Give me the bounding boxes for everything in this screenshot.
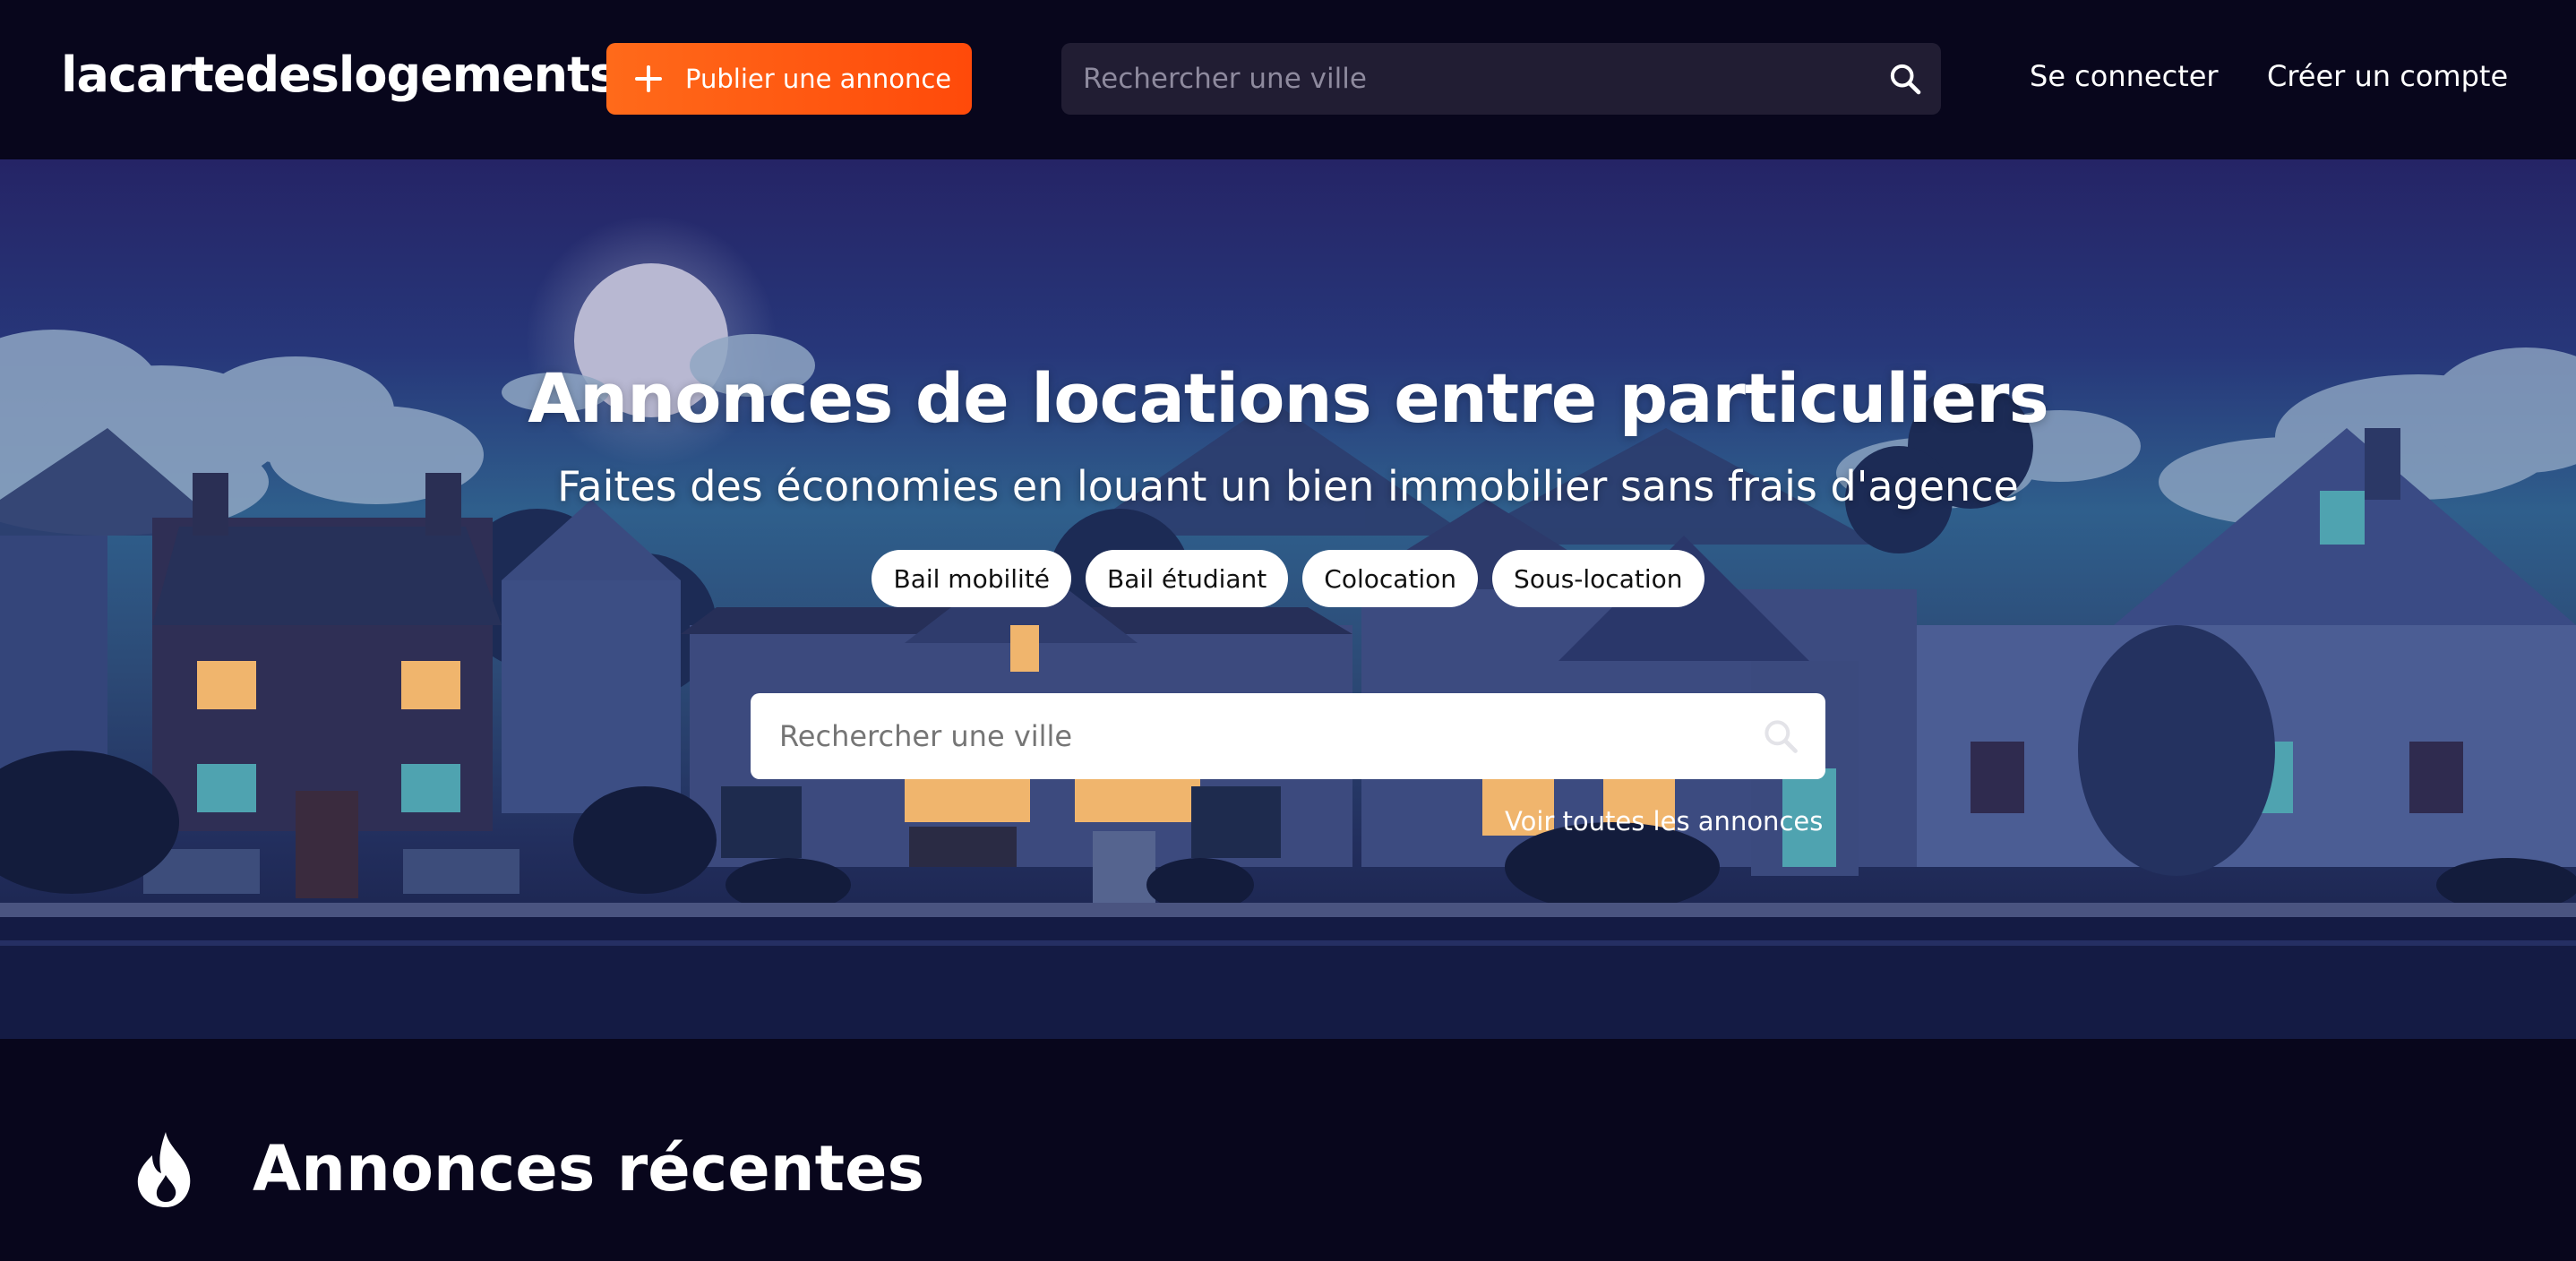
login-link[interactable]: Se connecter bbox=[2030, 59, 2219, 93]
recent-listings-title: Annonces récentes bbox=[253, 1132, 925, 1205]
hero-subtitle: Faites des économies en louant un bien i… bbox=[557, 462, 2019, 510]
chip-colocation[interactable]: Colocation bbox=[1302, 550, 1479, 607]
hero-search-bar bbox=[751, 693, 1825, 779]
publish-listing-button[interactable]: Publier une annonce bbox=[606, 43, 972, 115]
search-icon[interactable] bbox=[1869, 43, 1941, 115]
hero-banner: Annonces de locations entre particuliers… bbox=[0, 159, 2576, 1039]
publish-listing-label: Publier une annonce bbox=[685, 64, 952, 94]
hero-search-input[interactable] bbox=[779, 719, 1736, 753]
site-logo[interactable]: lacartedeslogements bbox=[61, 47, 618, 103]
plus-icon bbox=[633, 64, 664, 94]
chip-bail-mobilite[interactable]: Bail mobilité bbox=[872, 550, 1072, 607]
see-all-listings-link[interactable]: Voir toutes les annonces bbox=[1505, 806, 1823, 836]
hero-title: Annonces de locations entre particuliers bbox=[528, 358, 2049, 438]
chip-sous-location[interactable]: Sous-location bbox=[1492, 550, 1704, 607]
search-icon[interactable] bbox=[1736, 693, 1825, 779]
site-header: lacartedeslogements Publier une annonce … bbox=[0, 0, 2576, 159]
chip-bail-etudiant[interactable]: Bail étudiant bbox=[1086, 550, 1289, 607]
lease-type-chips: Bail mobilité Bail étudiant Colocation S… bbox=[0, 550, 2576, 607]
register-link[interactable]: Créer un compte bbox=[2267, 59, 2508, 93]
header-search-bar bbox=[1061, 43, 1941, 115]
recent-listings-section: Annonces récentes bbox=[0, 1039, 2576, 1261]
flame-icon bbox=[137, 1132, 191, 1207]
header-search-input[interactable] bbox=[1083, 63, 1869, 95]
